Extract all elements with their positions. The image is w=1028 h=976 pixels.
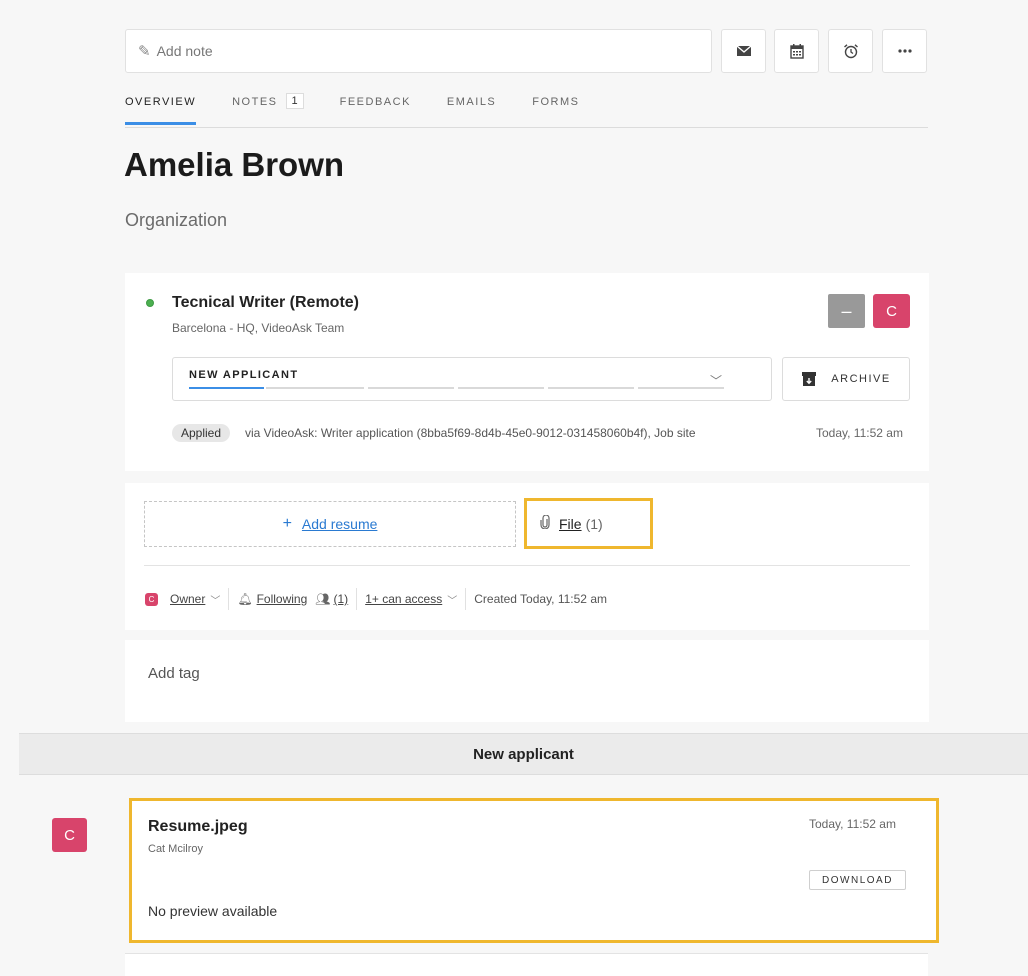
meta-row: C Owner ﹀ 🔔︎ Following 👥︎ (1) 1+ can acc… <box>145 588 607 610</box>
reminder-button[interactable] <box>828 29 873 73</box>
add-resume-button[interactable]: + Add resume <box>144 501 516 547</box>
separator <box>228 588 230 610</box>
stage-progress-segment <box>458 387 544 389</box>
more-dots-icon <box>897 49 912 53</box>
tab-feedback[interactable]: FEEDBACK <box>340 95 411 127</box>
file-uploader: Cat Mcilroy <box>148 843 204 855</box>
stage-progress-segment <box>266 387 364 389</box>
more-button[interactable] <box>882 29 927 73</box>
note-placeholder: Add note <box>156 43 213 59</box>
plus-icon: + <box>282 515 292 532</box>
file-name[interactable]: Resume.jpeg <box>148 818 248 836</box>
tab-emails[interactable]: EMAILS <box>447 95 496 127</box>
tab-forms[interactable]: FORMS <box>532 95 579 127</box>
candidate-organization[interactable]: Organization <box>125 210 227 231</box>
job-title[interactable]: Tecnical Writer (Remote) <box>172 294 359 312</box>
add-note-input[interactable]: ✎ Add note <box>125 29 712 73</box>
access-dropdown[interactable]: 1+ can access <box>365 592 442 606</box>
files-count: (1) <box>585 515 603 532</box>
bell-icon: 🔔︎ <box>237 592 253 606</box>
remove-job-button[interactable]: – <box>828 294 865 328</box>
chevron-down-icon: ﹀ <box>447 595 458 607</box>
tag-card <box>125 640 929 722</box>
created-date: Created Today, 11:52 am <box>474 592 607 606</box>
owner-dropdown[interactable]: Owner <box>170 592 205 606</box>
calendar-icon <box>789 44 804 59</box>
pencil-icon: ✎ <box>138 43 151 60</box>
file-time: Today, 11:52 am <box>809 817 896 831</box>
tab-overview[interactable]: OVERVIEW <box>125 95 197 127</box>
download-button[interactable]: DOWNLOAD <box>809 870 906 890</box>
stage-progress-segment <box>368 387 454 389</box>
notes-count-badge: 1 <box>285 93 304 109</box>
email-button[interactable] <box>721 29 766 73</box>
separator <box>356 588 358 610</box>
job-location: Barcelona - HQ, VideoAsk Team <box>172 321 345 335</box>
owner-mini-avatar: C <box>145 592 158 606</box>
stage-label: NEW APPLICANT <box>189 369 299 381</box>
owner-avatar[interactable]: C <box>873 294 910 328</box>
divider <box>144 565 910 566</box>
status-dot-icon <box>146 299 154 307</box>
schedule-button[interactable] <box>774 29 819 73</box>
following-toggle[interactable]: Following <box>257 592 308 606</box>
add-resume-label: Add resume <box>301 516 378 532</box>
archive-box-icon <box>802 372 817 386</box>
separator <box>465 588 467 610</box>
applied-badge: Applied <box>172 424 231 442</box>
tab-notes[interactable]: NOTES 1 <box>232 93 304 127</box>
files-label: File <box>559 515 582 532</box>
archive-button[interactable]: ARCHIVE <box>782 357 910 401</box>
chevron-down-icon: ﹀ <box>210 595 221 607</box>
followers-count[interactable]: (1) <box>334 592 349 606</box>
applied-time: Today, 11:52 am <box>816 426 903 440</box>
stage-progress-active <box>189 387 264 389</box>
alarm-clock-icon <box>843 44 858 59</box>
stage-section-header: New applicant <box>19 733 1028 775</box>
files-link[interactable]: File (1) <box>524 498 653 549</box>
stage-progress-segment <box>548 387 634 389</box>
no-preview-text: No preview available <box>148 903 278 919</box>
paperclip-icon <box>539 514 551 532</box>
applied-source: via VideoAsk: Writer application (8bba5f… <box>245 426 696 440</box>
tab-bar: OVERVIEW NOTES 1 FEEDBACK EMAILS FORMS <box>125 93 928 128</box>
followers-icon: 👥︎ <box>315 592 331 606</box>
candidate-name: Amelia Brown <box>124 146 345 183</box>
add-tag-input[interactable]: Add tag <box>148 665 200 682</box>
chevron-down-icon: ﹀ <box>710 374 723 388</box>
envelope-icon <box>736 45 751 56</box>
next-card-edge <box>125 953 928 976</box>
uploader-avatar: C <box>52 818 87 852</box>
